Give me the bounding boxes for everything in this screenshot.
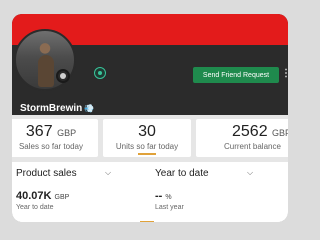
stat-value: 30 xyxy=(138,123,156,140)
stat-units-today[interactable]: 30 Units so far today xyxy=(103,119,191,157)
stat-sales-today[interactable]: 367 GBP Sales so far today xyxy=(12,119,98,157)
bottom-indicator xyxy=(140,221,154,222)
period-select[interactable]: Year to date xyxy=(155,168,209,179)
metric-select[interactable]: Product sales xyxy=(16,168,77,179)
status-indicator-icon xyxy=(56,69,70,83)
chevron-down-icon[interactable]: ⌵ xyxy=(247,168,253,178)
comparison-caption: Last year xyxy=(155,204,184,211)
stat-value: 367 GBP xyxy=(25,123,77,140)
stat-label: Units so far today xyxy=(115,142,179,151)
primary-sales-value: 40.07K GBP xyxy=(16,190,70,202)
profile-header: Send Friend Request ⋮ StormBrewin 💨 xyxy=(12,29,288,115)
stat-label: Sales so far today xyxy=(18,142,84,151)
send-friend-request-button[interactable]: Send Friend Request xyxy=(193,67,279,83)
dust-emoji-icon: 💨 xyxy=(84,104,95,113)
primary-sales-caption: Year to date xyxy=(16,204,54,211)
online-status-icon xyxy=(94,67,106,79)
sales-panel: Product sales ⌵ Year to date ⌵ 40.07K GB… xyxy=(12,162,288,222)
chevron-down-icon[interactable]: ⌵ xyxy=(105,168,111,178)
username: StormBrewin 💨 xyxy=(20,103,94,114)
avatar-figure xyxy=(38,55,54,87)
profile-card: Send Friend Request ⋮ StormBrewin 💨 367 G… xyxy=(12,14,288,222)
stat-label: Current balance xyxy=(224,142,281,151)
comparison-value: -- % xyxy=(155,190,172,202)
stat-current-balance[interactable]: 2562 GBP Current balance xyxy=(196,119,288,157)
stats-area: 367 GBP Sales so far today 30 Units so f… xyxy=(12,115,288,222)
more-options-icon[interactable]: ⋮ xyxy=(281,69,288,79)
username-text: StormBrewin xyxy=(20,103,83,114)
stat-value: 2562 GBP xyxy=(232,123,288,140)
